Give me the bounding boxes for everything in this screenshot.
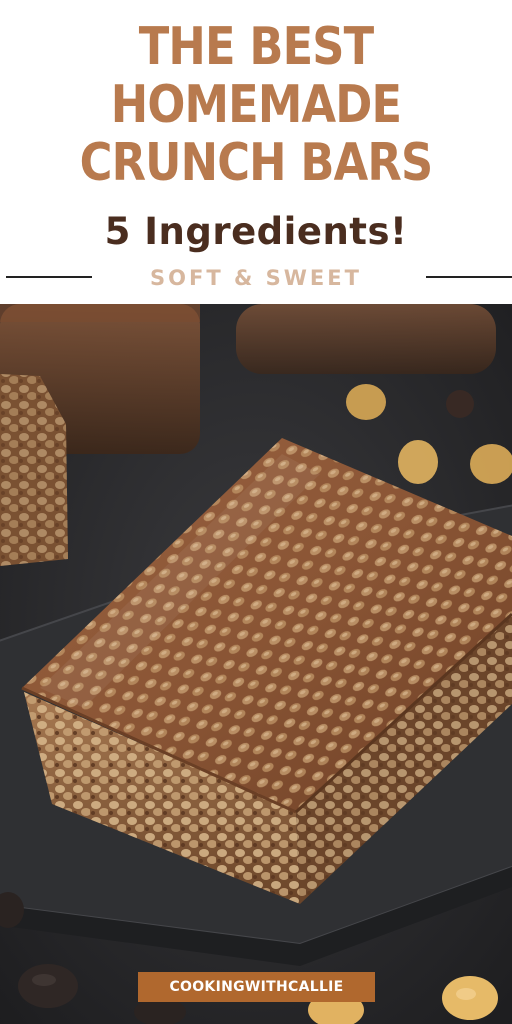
- crunch-bar-photo: [0, 304, 512, 1024]
- pin-title: THE BEST HOMEMADE CRUNCH BARS: [0, 18, 512, 192]
- brand-label: COOKINGWITHCALLIE: [138, 972, 375, 1002]
- pin-tagline: SOFT & SWEET: [150, 266, 362, 290]
- pin-header: THE BEST HOMEMADE CRUNCH BARS 5 Ingredie…: [0, 0, 512, 304]
- recipe-pin: THE BEST HOMEMADE CRUNCH BARS 5 Ingredie…: [0, 0, 512, 1024]
- title-line-3: CRUNCH BARS: [79, 133, 434, 193]
- title-line-2: HOMEMADE: [110, 75, 402, 135]
- divider-right: [426, 276, 512, 278]
- title-line-1: THE BEST: [138, 17, 374, 77]
- pin-subtitle: 5 Ingredients!: [104, 210, 408, 253]
- background-jar-right: [236, 304, 496, 374]
